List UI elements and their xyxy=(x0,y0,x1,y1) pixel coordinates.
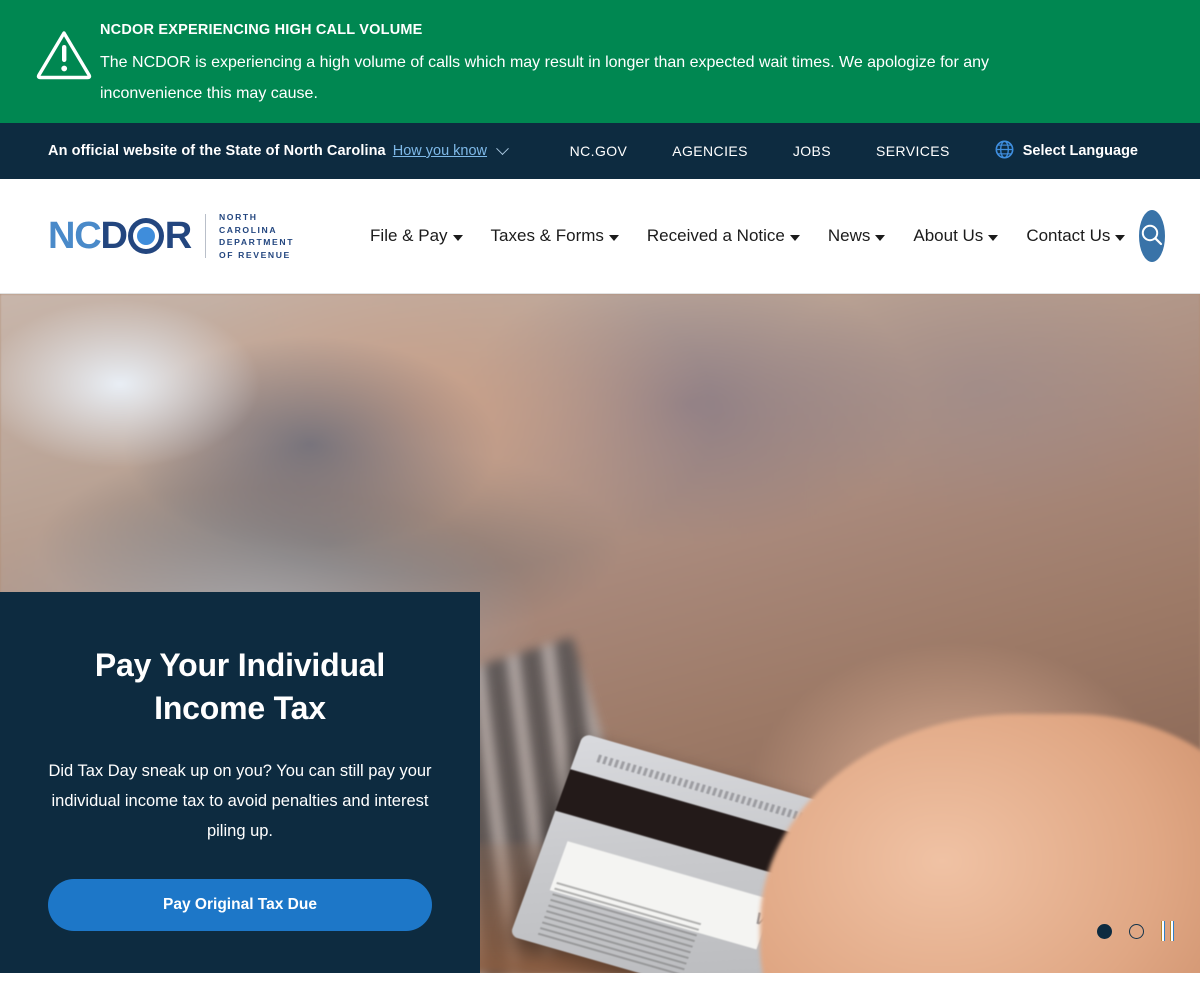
chevron-down-icon xyxy=(988,234,999,241)
how-you-know-link[interactable]: How you know xyxy=(393,143,487,159)
select-language-label: Select Language xyxy=(1022,143,1138,159)
logo-subtitle-line-4: OF REVENUE xyxy=(219,249,291,260)
search-icon xyxy=(1139,222,1165,251)
carousel-controls xyxy=(1097,921,1174,941)
nav-label-about-us: About Us xyxy=(913,226,984,245)
nav-label-file-and-pay: File & Pay xyxy=(370,226,448,245)
nav-label-received-a-notice: Received a Notice xyxy=(646,226,785,245)
pay-original-tax-due-button[interactable]: Pay Original Tax Due xyxy=(48,879,432,931)
carousel-dot-2[interactable] xyxy=(1129,923,1144,939)
pause-icon xyxy=(1161,921,1165,941)
logo-divider xyxy=(205,214,206,258)
nav-item-file-and-pay[interactable]: File & Pay xyxy=(356,226,476,246)
nav-item-contact-us[interactable]: Contact Us xyxy=(1012,226,1139,246)
logo-o-mark xyxy=(127,218,164,254)
alert-message: The NCDOR is experiencing a high volume … xyxy=(100,54,990,102)
state-link-jobs[interactable]: JOBS xyxy=(793,143,831,159)
hero-description: Did Tax Day sneak up on you? You can sti… xyxy=(48,762,432,840)
hero-carousel: VISA Pay Your Individual Income Tax Did … xyxy=(0,294,1200,973)
chevron-down-icon xyxy=(608,234,619,241)
site-header: NC D R NORTH CAROLINA DEPARTMENT OF REVENU… xyxy=(0,179,1200,294)
state-links: NC.GOV AGENCIES JOBS SERVICES Select Lan… xyxy=(570,140,1168,163)
nav-label-taxes-and-forms: Taxes & Forms xyxy=(490,226,604,245)
nav-item-about-us[interactable]: About Us xyxy=(899,226,1012,246)
carousel-pause-button[interactable] xyxy=(1161,921,1174,941)
alert-body: NCDOR EXPERIENCING HIGH CALL VOLUME The … xyxy=(100,18,1030,109)
nav-item-received-a-notice[interactable]: Received a Notice xyxy=(633,226,814,246)
logo-wordmark: NC D R xyxy=(48,215,192,257)
state-link-agencies[interactable]: AGENCIES xyxy=(672,143,748,159)
logo-r-text: R xyxy=(164,215,192,257)
chevron-down-icon xyxy=(789,234,800,241)
logo-subtitle-line-2: CAROLINA xyxy=(219,224,278,235)
ncdor-logo[interactable]: NC D R NORTH CAROLINA DEPARTMENT OF REVENU… xyxy=(48,211,294,261)
globe-icon xyxy=(995,140,1014,163)
pause-icon xyxy=(1170,921,1174,941)
nav-label-contact-us: Contact Us xyxy=(1026,226,1111,245)
search-button[interactable] xyxy=(1139,210,1166,262)
chevron-down-icon xyxy=(1115,234,1126,241)
hero-title: Pay Your Individual Income Tax xyxy=(94,647,386,726)
carousel-dot-1[interactable] xyxy=(1097,923,1112,939)
nav-label-news: News xyxy=(827,226,871,245)
logo-nc-text: NC xyxy=(48,215,102,257)
logo-d-text: D xyxy=(100,215,128,257)
chevron-down-icon xyxy=(452,234,463,241)
alert-title: NCDOR EXPERIENCING HIGH CALL VOLUME xyxy=(100,22,423,38)
state-bar: An official website of the State of Nort… xyxy=(0,123,1200,179)
official-website-text: An official website of the State of Nort… xyxy=(48,143,386,159)
nav-item-news[interactable]: News xyxy=(814,226,900,246)
state-official-notice: An official website of the State of Nort… xyxy=(48,141,509,159)
nav-item-taxes-and-forms[interactable]: Taxes & Forms xyxy=(477,226,633,246)
chevron-down-icon xyxy=(875,234,886,241)
chevron-down-icon[interactable] xyxy=(496,141,509,155)
logo-subtitle: NORTH CAROLINA DEPARTMENT OF REVENUE xyxy=(219,211,294,261)
state-link-ncgov[interactable]: NC.GOV xyxy=(570,143,628,159)
main-navigation: File & Pay Taxes & Forms Received a Noti… xyxy=(356,226,1139,246)
hero-content-panel: Pay Your Individual Income Tax Did Tax D… xyxy=(0,592,480,973)
logo-subtitle-line-1: NORTH xyxy=(219,212,258,222)
logo-subtitle-line-3: DEPARTMENT xyxy=(219,237,295,247)
select-language-button[interactable]: Select Language xyxy=(995,140,1138,163)
alert-banner: NCDOR EXPERIENCING HIGH CALL VOLUME The … xyxy=(0,0,1200,123)
warning-triangle-icon xyxy=(28,18,100,80)
state-link-services[interactable]: SERVICES xyxy=(876,143,950,159)
